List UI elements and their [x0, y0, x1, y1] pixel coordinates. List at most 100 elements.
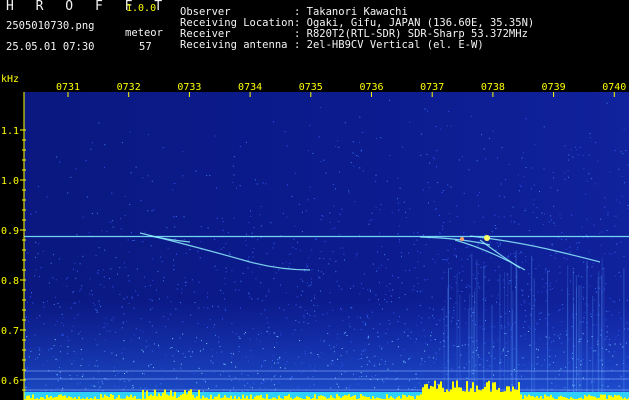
signal-bar	[480, 390, 482, 400]
noise-dot	[606, 331, 608, 333]
noise-dot	[185, 252, 187, 254]
noise-streak	[580, 284, 582, 400]
signal-bar	[348, 394, 350, 400]
noise-dot	[190, 348, 192, 350]
noise-dot	[284, 351, 286, 353]
noise-dot	[582, 333, 584, 335]
signal-bar	[470, 388, 472, 400]
noise-dot	[306, 263, 307, 265]
noise-dot	[198, 307, 200, 309]
noise-dot	[350, 287, 352, 289]
noise-dot	[198, 281, 200, 283]
noise-dot	[253, 226, 255, 228]
noise-dot	[329, 212, 331, 214]
noise-dot	[398, 297, 400, 299]
noise-dot	[53, 381, 54, 383]
noise-dot	[309, 314, 311, 316]
noise-dot	[595, 350, 597, 352]
noise-dot	[480, 358, 482, 360]
signal-bar	[482, 388, 484, 400]
noise-dot	[233, 156, 235, 158]
noise-dot	[265, 183, 267, 185]
noise-dot	[57, 320, 58, 322]
noise-dot	[284, 367, 286, 369]
noise-dot	[320, 339, 322, 341]
noise-dot	[398, 385, 400, 387]
noise-dot	[419, 304, 421, 306]
noise-dot	[500, 361, 502, 363]
noise-dot	[152, 280, 154, 282]
noise-dot	[429, 381, 430, 383]
noise-dot	[453, 353, 455, 355]
noise-dot	[421, 317, 423, 319]
noise-dot	[67, 353, 69, 355]
noise-dot	[532, 243, 534, 245]
noise-dot	[238, 336, 240, 338]
noise-streak	[572, 269, 574, 400]
noise-dot	[242, 272, 244, 274]
noise-dot	[173, 360, 175, 362]
noise-dot	[157, 270, 159, 272]
noise-dot	[356, 255, 358, 257]
noise-dot	[381, 348, 383, 350]
noise-dot	[524, 334, 526, 336]
noise-dot	[349, 385, 351, 386]
noise-dot	[568, 176, 569, 178]
noise-dot	[333, 346, 335, 348]
noise-dot	[314, 297, 315, 299]
noise-dot	[54, 339, 56, 341]
noise-dot	[591, 380, 593, 382]
noise-dot	[274, 362, 276, 364]
noise-dot	[503, 216, 505, 218]
noise-dot	[130, 373, 132, 375]
noise-dot	[239, 379, 241, 381]
noise-dot	[501, 327, 503, 329]
noise-dot	[359, 234, 360, 236]
noise-dot	[582, 321, 584, 323]
noise-dot	[588, 250, 590, 252]
noise-dot	[37, 253, 39, 255]
noise-dot	[313, 384, 315, 386]
noise-dot	[71, 330, 73, 332]
noise-dot	[202, 385, 204, 387]
signal-bar	[186, 394, 188, 400]
noise-dot	[147, 175, 149, 177]
noise-dot	[353, 373, 354, 375]
noise-dot	[243, 380, 245, 381]
noise-dot	[278, 362, 279, 364]
noise-dot	[578, 275, 580, 277]
noise-dot	[327, 365, 329, 367]
noise-dot	[467, 258, 469, 260]
noise-dot	[554, 257, 556, 259]
noise-dot	[549, 364, 551, 366]
noise-dot	[306, 266, 308, 268]
noise-dot	[60, 377, 62, 378]
noise-dot	[387, 328, 389, 330]
noise-dot	[65, 278, 67, 280]
noise-dot	[445, 325, 447, 326]
noise-dot	[341, 308, 342, 310]
noise-dot	[358, 359, 360, 361]
noise-dot	[207, 307, 209, 309]
noise-dot	[200, 226, 202, 228]
noise-dot	[579, 338, 581, 340]
noise-dot	[501, 353, 503, 355]
noise-dot	[123, 381, 125, 383]
noise-dot	[258, 334, 260, 335]
noise-dot	[262, 382, 264, 384]
noise-dot	[274, 346, 275, 348]
noise-dot	[435, 358, 437, 360]
noise-dot	[553, 340, 555, 342]
noise-dot	[413, 243, 415, 245]
noise-dot	[268, 291, 270, 293]
noise-dot	[311, 269, 313, 271]
noise-dot	[55, 324, 57, 326]
noise-dot	[81, 337, 83, 339]
noise-dot	[521, 261, 523, 263]
noise-dot	[89, 278, 91, 280]
noise-dot	[456, 205, 458, 207]
signal-bar	[216, 396, 218, 400]
noise-dot	[298, 356, 300, 358]
noise-dot	[448, 111, 450, 113]
noise-dot	[280, 284, 281, 286]
